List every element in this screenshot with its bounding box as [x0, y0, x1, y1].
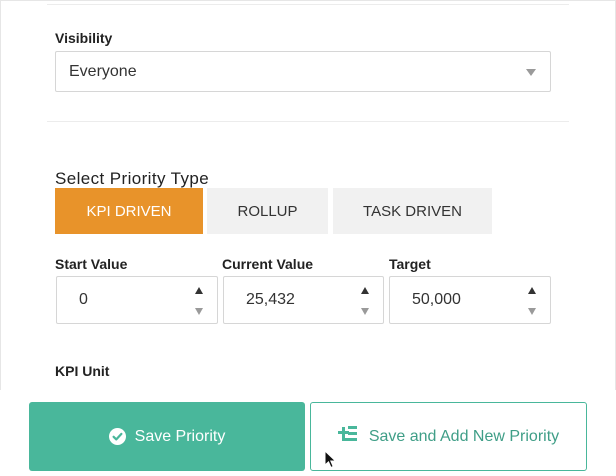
tab-kpi-driven[interactable]: KPI DRIVEN — [55, 188, 203, 234]
tab-rollup[interactable]: ROLLUP — [207, 188, 328, 234]
target-label: Target — [389, 256, 431, 272]
spin-up-icon[interactable] — [528, 287, 536, 294]
spin-down-icon[interactable] — [361, 308, 369, 315]
start-value-label: Start Value — [55, 256, 128, 272]
priority-type-title: Select Priority Type — [55, 169, 210, 188]
visibility-select[interactable]: Everyone — [55, 51, 551, 92]
current-value-input[interactable]: 25,432 — [223, 276, 384, 324]
start-value-text: 0 — [79, 291, 88, 308]
spin-up-icon[interactable] — [361, 287, 369, 294]
spin-down-icon[interactable] — [528, 308, 536, 315]
chevron-down-icon — [526, 69, 536, 76]
start-value-input[interactable]: 0 — [56, 276, 218, 324]
save-priority-label: Save Priority — [134, 427, 226, 445]
target-input[interactable]: 50,000 — [389, 276, 551, 324]
spin-down-icon[interactable] — [195, 308, 203, 315]
target-text: 50,000 — [412, 291, 461, 308]
save-priority-button[interactable]: Save Priority — [29, 402, 305, 471]
spin-up-icon[interactable] — [195, 287, 203, 294]
save-and-add-new-label: Save and Add New Priority — [368, 427, 560, 445]
add-list-icon — [337, 426, 358, 447]
kpi-unit-label: KPI Unit — [55, 363, 110, 379]
mouse-cursor-icon — [324, 450, 337, 469]
check-circle-icon — [108, 428, 126, 445]
visibility-label: Visibility — [55, 30, 113, 46]
current-value-text: 25,432 — [246, 291, 295, 308]
divider-middle — [47, 121, 569, 122]
tab-task-driven[interactable]: TASK DRIVEN — [333, 188, 492, 234]
visibility-selected-value: Everyone — [69, 62, 137, 80]
save-and-add-new-button[interactable]: Save and Add New Priority — [310, 402, 587, 471]
current-value-label: Current Value — [222, 256, 314, 272]
divider-top — [47, 4, 569, 5]
